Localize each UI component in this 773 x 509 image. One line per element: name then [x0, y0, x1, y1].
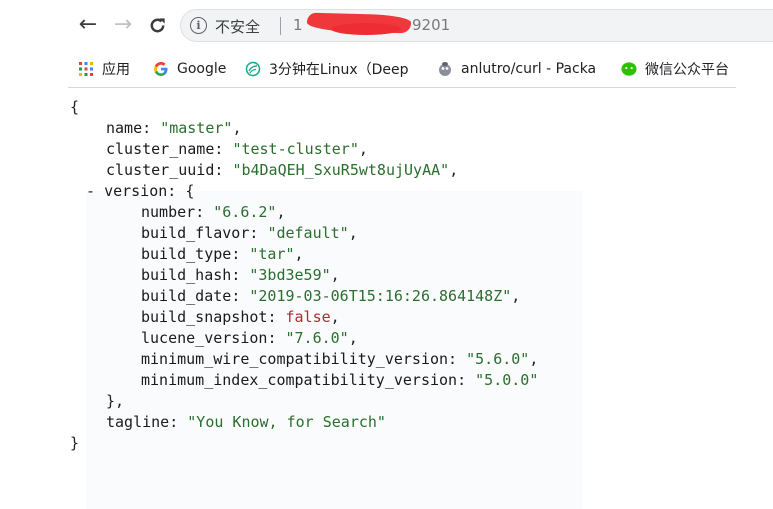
json-key: build_type — [141, 245, 232, 263]
json-value: "default" — [267, 224, 349, 242]
json-key: cluster_uuid — [106, 161, 215, 179]
google-icon — [153, 61, 169, 77]
json-row-lucene-version: lucene_version: "7.6.0", — [141, 329, 358, 347]
json-value: "2019-03-06T15:16:26.864148Z" — [249, 287, 512, 305]
deepin-icon — [245, 61, 261, 77]
json-value: "b4DaQEH_SxuR5wt8ujUyAA" — [232, 161, 450, 179]
json-row-number: number: "6.6.2", — [141, 203, 286, 221]
collapse-toggle[interactable]: - — [86, 182, 95, 200]
url-text-suffix[interactable]: 9201 — [412, 16, 450, 34]
json-row-tagline: tagline: "You Know, for Search" — [106, 413, 386, 431]
json-key: tagline — [106, 413, 170, 431]
bookmark-label: Google — [177, 61, 227, 77]
json-version-close: }, — [106, 392, 125, 410]
json-row-build-date: build_date: "2019-03-06T15:16:26.864148Z… — [141, 287, 521, 305]
json-value: "7.6.0" — [285, 329, 349, 347]
back-button[interactable]: ← — [75, 12, 101, 38]
json-viewer: { name: "master", cluster_name: "test-cl… — [0, 88, 773, 509]
json-key: build_flavor — [141, 224, 250, 242]
json-value: "You Know, for Search" — [187, 413, 386, 431]
json-row-build-snapshot: build_snapshot: false, — [141, 308, 340, 326]
json-value: "5.6.0" — [466, 350, 530, 368]
json-row-cluster-uuid: cluster_uuid: "b4DaQEH_SxuR5wt8ujUyAA", — [106, 161, 459, 179]
json-row-minimum-wire: minimum_wire_compatibility_version: "5.6… — [141, 350, 539, 368]
bookmark-apps[interactable]: 应用 — [78, 58, 130, 80]
docker-icon — [437, 61, 453, 77]
json-close-brace: } — [70, 434, 80, 452]
json-key: minimum_wire_compatibility_version — [141, 350, 449, 368]
security-label[interactable]: 不安全 — [215, 16, 260, 37]
bookmark-deepin-linux[interactable]: 3分钟在Linux（Deep — [245, 58, 445, 80]
json-value: false — [285, 308, 331, 326]
json-key: build_date — [141, 287, 232, 305]
bookmark-label: 3分钟在Linux（Deep — [269, 62, 409, 78]
json-row-cluster-name: cluster_name: "test-cluster", — [106, 140, 368, 158]
json-key: lucene_version — [141, 329, 268, 347]
wechat-icon — [621, 61, 637, 77]
url-redaction-mark-lower — [331, 23, 401, 35]
json-value: "test-cluster" — [232, 140, 359, 158]
bookmarks-bar: 应用 Google 3分钟在Linux（Deep anlutro/curl - … — [0, 50, 773, 88]
apps-grid-icon — [78, 61, 94, 77]
json-value: "master" — [160, 119, 233, 137]
json-key: minimum_index_compatibility_version — [141, 371, 458, 389]
json-row-version: - version: { — [86, 182, 195, 200]
json-key: build_snapshot — [141, 308, 268, 326]
bookmark-label: 微信公众平台 — [645, 62, 729, 78]
json-value: "5.0.0" — [475, 371, 539, 389]
bookmark-google[interactable]: Google — [153, 58, 226, 80]
forward-button[interactable]: → — [110, 12, 136, 38]
omnibox-separator — [280, 17, 281, 35]
reload-icon — [150, 17, 165, 32]
bookmark-label: anlutro/curl - Packa — [461, 61, 597, 77]
json-value: "tar" — [249, 245, 295, 263]
info-icon[interactable]: i — [190, 17, 207, 34]
json-open-brace: { — [70, 98, 80, 116]
json-key: name — [106, 119, 143, 137]
json-value: "6.6.2" — [213, 203, 277, 221]
json-key: version — [104, 182, 168, 200]
bookmark-anlutro-curl[interactable]: anlutro/curl - Packa — [437, 58, 607, 80]
json-row-build-type: build_type: "tar", — [141, 245, 304, 263]
bookmark-wechat[interactable]: 微信公众平台 — [621, 58, 736, 80]
json-key: build_hash — [141, 266, 232, 284]
reload-button[interactable] — [144, 12, 170, 38]
forward-arrow-icon: → — [113, 12, 133, 37]
json-row-minimum-index: minimum_index_compatibility_version: "5.… — [141, 371, 539, 389]
json-row-build-flavor: build_flavor: "default", — [141, 224, 358, 242]
bookmark-label: 应用 — [102, 62, 130, 78]
address-bar[interactable]: i 不安全 1 9201 — [180, 9, 773, 42]
json-row-name: name: "master", — [106, 119, 242, 137]
back-arrow-icon: ← — [78, 12, 98, 37]
json-key: number — [141, 203, 196, 221]
json-row-build-hash: build_hash: "3bd3e59", — [141, 266, 340, 284]
browser-toolbar: ← → i 不安全 1 9201 — [0, 0, 773, 50]
json-key: cluster_name — [106, 140, 215, 158]
url-text-prefix[interactable]: 1 — [293, 16, 303, 34]
json-value: "3bd3e59" — [249, 266, 331, 284]
